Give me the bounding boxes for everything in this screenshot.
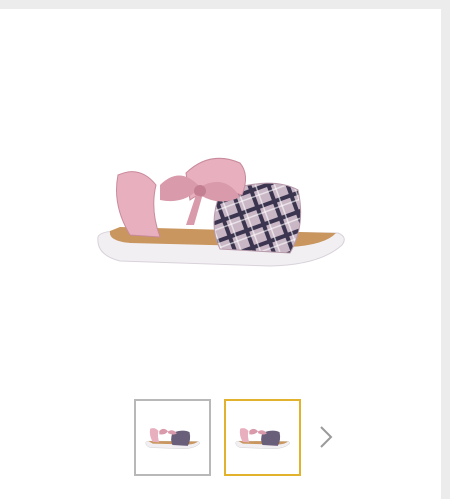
thumbnail-2-selected[interactable]	[224, 399, 301, 476]
sandal-thumbnail-icon	[145, 428, 200, 449]
main-product-image	[97, 157, 345, 267]
thumbnail-1[interactable]	[134, 399, 211, 476]
sandal-thumbnail-icon	[235, 428, 290, 449]
scrollbar-track[interactable]	[441, 0, 450, 499]
top-border	[0, 0, 450, 9]
chevron-right-icon[interactable]	[316, 424, 336, 450]
